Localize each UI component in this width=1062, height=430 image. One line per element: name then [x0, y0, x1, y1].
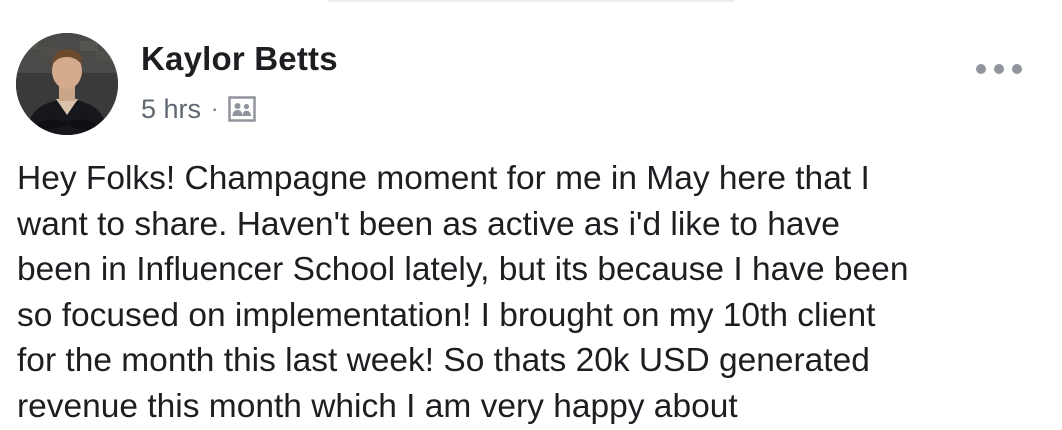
post-text-line: been in Influencer School lately, but it…	[17, 251, 909, 288]
author-avatar[interactable]	[16, 33, 118, 135]
post-text-line: for the month this last week! So thats 2…	[17, 342, 870, 379]
post-text-line: revenue this month which I am very happy…	[17, 387, 738, 425]
ellipsis-icon-dot	[1012, 64, 1022, 74]
group-members-icon[interactable]	[228, 95, 257, 123]
post-meta: 5 hrs ·	[141, 93, 257, 125]
post-text-line: want to share. Haven't been as active as…	[17, 205, 840, 243]
avatar-photo	[16, 33, 118, 135]
ellipsis-icon-dot	[976, 64, 986, 74]
post-text-line: Hey Folks! Champagne moment for me in Ma…	[17, 160, 870, 197]
post-body: Hey Folks! Champagne moment for me in Ma…	[17, 156, 1047, 429]
post-text-line: so focused on implementation! I brought …	[17, 296, 876, 334]
post-timestamp[interactable]: 5 hrs	[141, 94, 201, 125]
ellipsis-icon-dot	[994, 64, 1004, 74]
meta-separator: ·	[211, 96, 219, 121]
more-options-button[interactable]	[976, 56, 1022, 82]
author-name[interactable]: Kaylor Betts	[141, 40, 338, 78]
feed-post: Kaylor Betts 5 hrs · Hey Folks! Champagn…	[0, 0, 1062, 430]
